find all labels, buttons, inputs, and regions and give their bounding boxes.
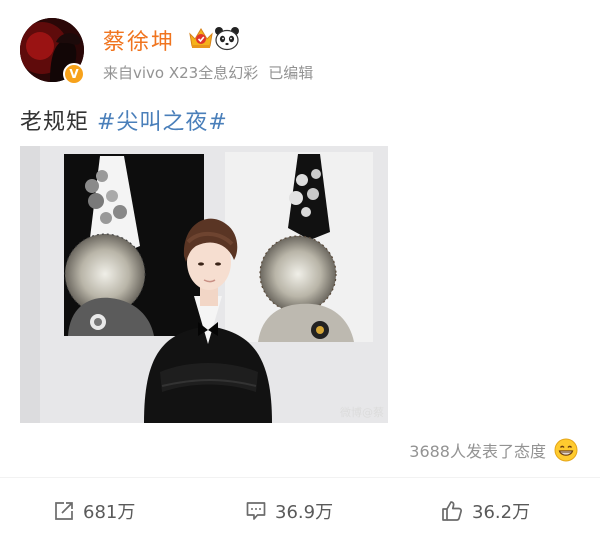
post-image[interactable]: 微博@蔡	[20, 146, 388, 423]
comment-button[interactable]: 36.9万	[245, 496, 333, 526]
comment-count: 36.9万	[275, 502, 334, 523]
reaction-count: 3688人发表了态度	[409, 442, 546, 461]
grin-emoji-icon	[554, 438, 578, 462]
edited-label: 已编辑	[268, 64, 314, 82]
crown-icon	[189, 28, 213, 48]
post-meta: 来自vivo X23全息幻彩 已编辑	[103, 62, 313, 83]
like-count: 36.2万	[472, 502, 531, 523]
post-source[interactable]: 来自vivo X23全息幻彩	[103, 64, 258, 82]
reaction-summary[interactable]: 3688人发表了态度	[409, 438, 578, 462]
repost-count: 681万	[83, 502, 136, 523]
thumbs-up-icon	[442, 501, 462, 521]
panda-icon	[215, 27, 239, 51]
repost-button[interactable]: 681万	[53, 496, 135, 526]
username[interactable]: 蔡徐坤	[103, 24, 175, 56]
comment-icon	[246, 502, 266, 520]
verified-badge: V	[63, 63, 85, 85]
like-button[interactable]: 36.2万	[440, 496, 530, 526]
repost-icon	[55, 502, 73, 520]
divider	[0, 477, 600, 478]
post-text: 老规矩 #尖叫之夜#	[20, 104, 228, 136]
post-body: 老规矩	[20, 110, 97, 135]
image-watermark: 微博@蔡	[340, 406, 384, 419]
hashtag-link[interactable]: #尖叫之夜#	[97, 110, 228, 135]
weibo-post: V 蔡徐坤 来自vivo X23全息幻彩 已编辑 老规矩 #尖叫之夜# 微博@蔡…	[0, 0, 600, 535]
